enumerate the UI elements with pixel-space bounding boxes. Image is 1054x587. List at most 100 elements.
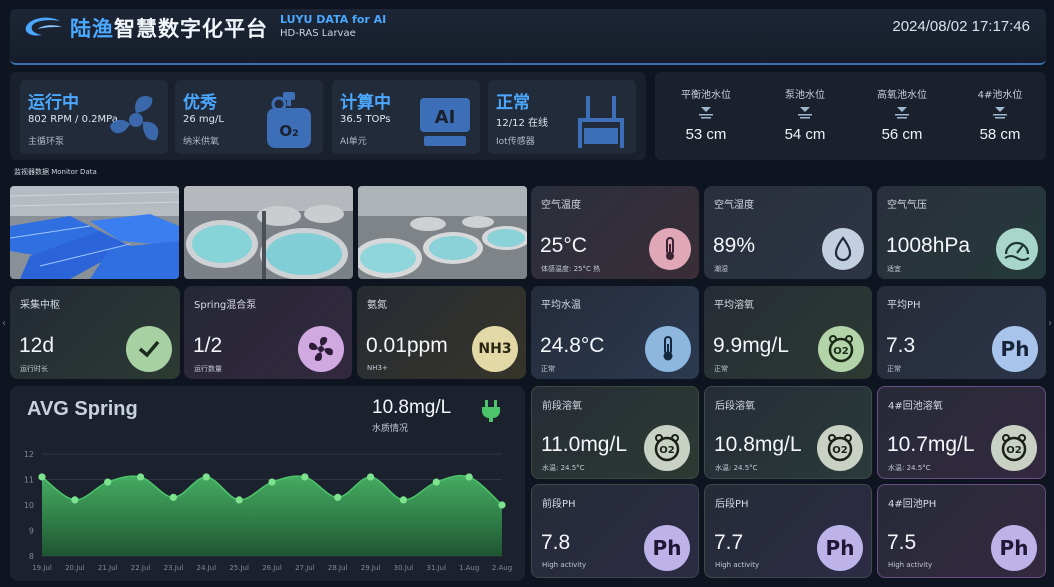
card-sub: 潮湿 — [714, 265, 728, 273]
card-ammonia[interactable]: 氨氮 0.01ppm NH3+ NH3 — [357, 286, 526, 379]
oxygen-tank-icon: O₂ — [267, 92, 311, 148]
chart-y-tick-label: 10 — [24, 501, 34, 510]
water-level-balance[interactable]: 平衡池水位 53 cm — [661, 86, 751, 143]
chart-point — [169, 493, 178, 501]
chart-y-tick-label: 11 — [24, 476, 34, 485]
card-title: 后段PH — [715, 499, 749, 510]
chart-x-tick-label: 31.Jul — [426, 564, 446, 572]
card-avg-dissolved-oxygen[interactable]: 平均溶氧 9.9mg/L 正常 O2 — [704, 286, 872, 379]
card-sub: High activity — [542, 561, 587, 569]
thermometer-icon — [645, 326, 691, 372]
status-label: Iot传感器 — [496, 137, 535, 147]
card-air-pressure[interactable]: 空气气压 1008hPa 适宜 — [877, 186, 1046, 279]
card-pool4-ph[interactable]: 4#回池PH 7.5 High activity Ph — [877, 484, 1046, 578]
card-title: 平均溶氧 — [714, 300, 754, 311]
card-title: 平均水温 — [541, 300, 581, 311]
chart-point — [202, 473, 210, 481]
card-value: 10.7mg/L — [887, 433, 975, 456]
chart-x-tick-label: 2.Aug — [492, 564, 512, 572]
prev-arrow-icon[interactable]: ‹ — [2, 318, 6, 329]
card-avg-ph[interactable]: 平均PH 7.3 正常 Ph — [877, 286, 1046, 379]
app-subtitle-2: HD-RAS Larvae — [280, 28, 356, 39]
next-arrow-icon[interactable]: › — [1048, 318, 1052, 329]
card-value: 89% — [713, 234, 756, 257]
card-spring-pump[interactable]: Spring混合泵 1/2 运行数量 — [184, 286, 352, 379]
svg-text:AI: AI — [435, 107, 456, 128]
avg-spring-area-chart: 19.Jul 20.Jul 21.Jul 22.Jul 23.Jul 24.Jul 25.J… — [24, 450, 512, 572]
chart-point — [71, 496, 79, 504]
camera-feed-1[interactable] — [10, 186, 179, 279]
card-sub: 运行数量 — [194, 365, 222, 373]
card-value: 7.5 — [887, 531, 917, 554]
card-front-dissolved-oxygen[interactable]: 前段溶氧 11.0mg/L 水温: 24.5°C O2 — [531, 386, 699, 479]
ph-icon: Ph — [644, 525, 690, 571]
card-value: 0.01ppm — [366, 334, 448, 357]
card-title: 采集中枢 — [20, 300, 60, 311]
card-title: 氨氮 — [367, 300, 387, 311]
camera-feed-3[interactable] — [358, 186, 527, 279]
status-card-ai-unit[interactable]: 计算中 36.5 TOPs AI单元 AI — [332, 80, 480, 154]
chart-x-tick-label: 20.Jul — [65, 564, 85, 572]
card-value: 7.3 — [886, 334, 916, 357]
oxygen-icon: O2 — [817, 425, 863, 471]
chart-y-tick-label: 8 — [29, 552, 34, 561]
status-card-oxygen[interactable]: 优秀 26 mg/L 纳米供氧 O₂ — [175, 80, 323, 154]
status-title: 正常 — [496, 93, 530, 113]
chart-point — [235, 496, 243, 504]
oxygen-icon-text: O2 — [833, 346, 849, 357]
camera-feed-2[interactable] — [184, 186, 353, 279]
card-value: 1008hPa — [886, 234, 971, 257]
card-sub: NH3+ — [367, 364, 388, 372]
card-sub: 正常 — [541, 365, 555, 373]
chart-point — [399, 496, 408, 504]
water-level-icon — [895, 107, 909, 119]
check-icon — [126, 326, 172, 372]
chart-point — [268, 478, 276, 486]
status-card-main-pump[interactable]: 运行中 802 RPM / 0.2MPa 主循环泵 — [20, 80, 168, 154]
card-value: 10.8mg/L — [714, 433, 802, 456]
status-title: 计算中 — [340, 93, 391, 113]
card-title: 4#回池PH — [888, 499, 937, 510]
card-avg-water-temp[interactable]: 平均水温 24.8°C 正常 — [531, 286, 699, 379]
card-value: 1/2 — [193, 334, 223, 357]
card-title: 空气温度 — [541, 200, 581, 211]
status-title: 优秀 — [183, 93, 217, 113]
chart-point — [498, 501, 506, 509]
fan-icon — [110, 95, 159, 141]
card-collect-hub[interactable]: 采集中枢 12d 运行时长 — [10, 286, 180, 379]
chart-x-tick-label: 27.Jul — [295, 564, 315, 572]
card-air-humidity[interactable]: 空气湿度 89% 潮湿 — [704, 186, 872, 279]
chart-sub-label: 水质情况 — [372, 424, 409, 434]
card-pool4-dissolved-oxygen[interactable]: 4#回池溶氧 10.7mg/L 水温: 24.5°C O2 — [877, 386, 1046, 479]
water-level-pool4[interactable]: 4#池水位 58 cm — [955, 86, 1045, 143]
card-title: 4#回池溶氧 — [888, 401, 943, 412]
card-rear-dissolved-oxygen[interactable]: 后段溶氧 10.8mg/L 水温: 24.5°C O2 — [704, 386, 872, 479]
water-level-high-oxygen[interactable]: 高氧池水位 56 cm — [857, 86, 947, 143]
card-rear-ph[interactable]: 后段PH 7.7 High activity Ph — [704, 484, 872, 578]
card-title: 平均PH — [887, 300, 921, 311]
status-label: 主循环泵 — [28, 137, 65, 147]
water-level-value: 54 cm — [784, 126, 826, 143]
chart-title: AVG Spring — [27, 398, 138, 420]
datetime-display: 2024/08/02 17:17:46 — [892, 18, 1030, 35]
chart-x-tick-label: 25.Jul — [229, 564, 249, 572]
fan-icon — [298, 326, 344, 372]
chart-x-tick-label: 24.Jul — [196, 564, 216, 572]
logo-icon — [25, 17, 62, 36]
chart-point — [465, 473, 473, 481]
status-card-iot[interactable]: 正常 12/12 在线 Iot传感器 — [488, 80, 636, 154]
chart-x-tick-label: 29.Jul — [361, 564, 381, 572]
card-air-temperature[interactable]: 空气温度 25°C 体感温度: 25°C 热 — [531, 186, 699, 279]
status-value: 36.5 TOPs — [340, 114, 391, 125]
card-title: 前段溶氧 — [542, 401, 582, 412]
water-level-label: 泵池水位 — [785, 90, 825, 101]
water-level-value: 58 cm — [979, 126, 1021, 143]
water-level-pump[interactable]: 泵池水位 54 cm — [760, 86, 850, 143]
chart-current-value: 10.8mg/L — [372, 397, 452, 418]
card-front-ph[interactable]: 前段PH 7.8 High activity Ph — [531, 484, 699, 578]
card-value: 7.7 — [714, 531, 744, 554]
chart-y-tick-label: 12 — [24, 450, 34, 459]
card-sub: 正常 — [887, 365, 901, 373]
ai-chip-icon: AI — [420, 98, 470, 146]
chart-point — [38, 473, 46, 481]
